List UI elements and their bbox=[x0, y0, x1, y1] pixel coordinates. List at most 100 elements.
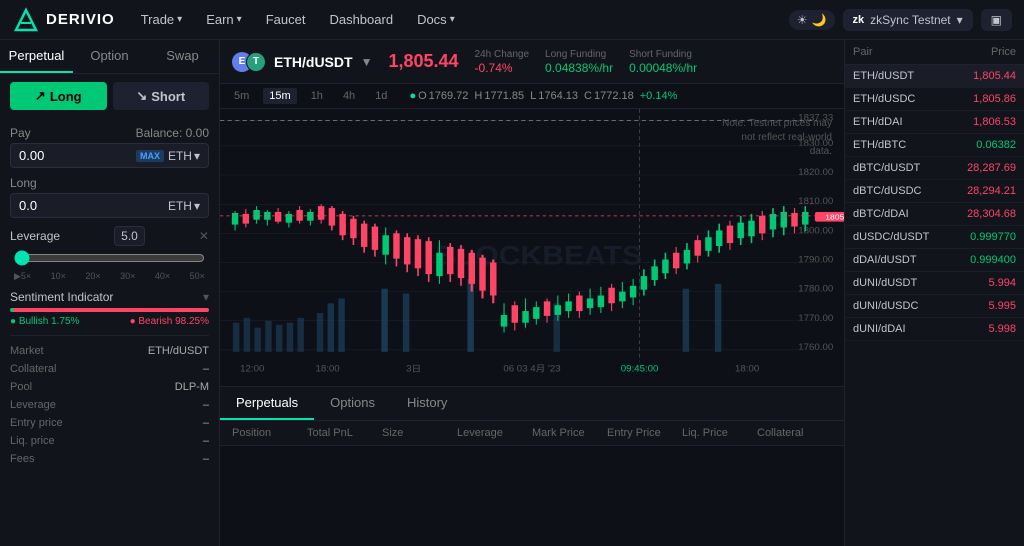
max-badge[interactable]: MAX bbox=[136, 150, 164, 162]
bottom-tab-perpetuals[interactable]: Perpetuals bbox=[220, 387, 314, 420]
symbol-dropdown-icon[interactable]: ▼ bbox=[361, 55, 373, 69]
trade-arrow-icon: ▾ bbox=[177, 14, 182, 25]
slider-labels: ▶5× 10× 20× 30× 40× 50× bbox=[14, 271, 205, 282]
pair-row[interactable]: ETH/dDAI 1,806.53 bbox=[845, 111, 1024, 134]
leverage-slider[interactable] bbox=[14, 250, 205, 266]
docs-arrow-icon: ▾ bbox=[450, 14, 455, 25]
network-selector[interactable]: zk zkSync Testnet ▾ bbox=[843, 9, 973, 31]
tf-15m[interactable]: 15m bbox=[263, 88, 296, 104]
th-liq-price: Liq. Price bbox=[682, 427, 757, 439]
pair-name: ETH/dUSDT bbox=[853, 70, 914, 82]
svg-text:1800.00: 1800.00 bbox=[798, 226, 833, 235]
pair-row[interactable]: dUSDC/dUSDT 0.999770 bbox=[845, 226, 1024, 249]
leverage-value: 5.0 bbox=[114, 226, 145, 246]
leverage-row: Leverage 5.0 ✕ bbox=[10, 226, 209, 246]
nav-earn[interactable]: Earn ▾ bbox=[196, 0, 252, 40]
pair-col-header: Pair bbox=[853, 46, 873, 58]
pair-row[interactable]: dUNI/dUSDT 5.994 bbox=[845, 272, 1024, 295]
nav-docs[interactable]: Docs ▾ bbox=[407, 0, 465, 40]
svg-text:09:45:00: 09:45:00 bbox=[621, 364, 659, 373]
pair-row[interactable]: dUNI/dUSDC 5.995 bbox=[845, 295, 1024, 318]
wallet-button[interactable]: ▣ bbox=[981, 9, 1012, 31]
nav-trade[interactable]: Trade ▾ bbox=[131, 0, 193, 40]
symbol-icons: E T bbox=[232, 52, 266, 72]
pair-price: 0.999770 bbox=[970, 231, 1016, 243]
info-entry-price: Entry price – bbox=[10, 414, 209, 432]
th-pnl: Total PnL bbox=[307, 427, 382, 439]
wallet-icon: ▣ bbox=[991, 13, 1002, 27]
long-currency-select[interactable]: ETH ▾ bbox=[168, 199, 200, 213]
chart-toolbar: 5m 15m 1h 4h 1d ● O 1769.72 H 1771.85 L … bbox=[220, 84, 844, 109]
pair-price: 28,304.68 bbox=[967, 208, 1016, 220]
info-market: Market ETH/dUSDT bbox=[10, 342, 209, 360]
right-panel: Pair Price ETH/dUSDT 1,805.44 ETH/dUSDC … bbox=[844, 40, 1024, 546]
long-button[interactable]: ↗ Long bbox=[10, 82, 107, 110]
pair-row[interactable]: ETH/dUSDT 1,805.44 bbox=[845, 65, 1024, 88]
stat-long-funding: Long Funding 0.04838%/hr bbox=[545, 49, 613, 75]
tf-1h[interactable]: 1h bbox=[305, 88, 329, 104]
pair-row[interactable]: ETH/dBTC 0.06382 bbox=[845, 134, 1024, 157]
pair-price: 1,805.44 bbox=[973, 70, 1016, 82]
sentiment-row: Sentiment Indicator ▾ bbox=[10, 290, 209, 304]
pay-label: Pay bbox=[10, 126, 31, 140]
svg-text:1810.00: 1810.00 bbox=[798, 197, 833, 206]
order-form: Pay Balance: 0.00 MAX ETH ▾ Long ETH ▾ bbox=[0, 118, 219, 546]
pair-price: 1,805.86 bbox=[973, 93, 1016, 105]
nav-faucet[interactable]: Faucet bbox=[256, 0, 316, 40]
bottom-tab-options[interactable]: Options bbox=[314, 387, 391, 420]
long-input[interactable] bbox=[19, 198, 164, 213]
nav-dashboard[interactable]: Dashboard bbox=[319, 0, 403, 40]
candlestick-chart[interactable]: Note: Testnet prices may not reflect rea… bbox=[220, 109, 844, 381]
svg-text:1820.00: 1820.00 bbox=[798, 167, 833, 176]
ohlc-chg: +0.14% bbox=[640, 90, 678, 102]
tab-option[interactable]: Option bbox=[73, 40, 146, 73]
pair-name: dUNI/dUSDT bbox=[853, 277, 917, 289]
svg-text:1805.44: 1805.44 bbox=[825, 213, 844, 222]
stat-short-funding: Short Funding 0.00048%/hr bbox=[629, 49, 697, 75]
pair-name: dUNI/dDAI bbox=[853, 323, 906, 335]
logo[interactable]: DERIVIO bbox=[12, 6, 115, 34]
pair-row[interactable]: dBTC/dUSDC 28,294.21 bbox=[845, 180, 1024, 203]
th-entry-price: Entry Price bbox=[607, 427, 682, 439]
pair-price: 5.995 bbox=[988, 300, 1016, 312]
ohlc-h-label: H bbox=[474, 90, 482, 102]
tab-perpetual[interactable]: Perpetual bbox=[0, 40, 73, 73]
pair-name: dDAI/dUSDT bbox=[853, 254, 917, 266]
logo-text: DERIVIO bbox=[46, 11, 115, 28]
short-button[interactable]: ↘ Short bbox=[113, 82, 210, 110]
svg-text:1760.00: 1760.00 bbox=[798, 342, 833, 351]
pay-currency-select[interactable]: ETH ▾ bbox=[168, 149, 200, 163]
pair-price: 0.999400 bbox=[970, 254, 1016, 266]
theme-toggle[interactable]: ☀ 🌙 bbox=[789, 10, 835, 30]
tab-swap[interactable]: Swap bbox=[146, 40, 219, 73]
long-short-row: ↗ Long ↘ Short bbox=[0, 74, 219, 118]
tf-4h[interactable]: 4h bbox=[337, 88, 361, 104]
pair-name: dUNI/dUSDC bbox=[853, 300, 918, 312]
bearish-label: ● Bearish 98.25% bbox=[130, 316, 209, 327]
leverage-close-icon[interactable]: ✕ bbox=[199, 229, 209, 243]
pair-row[interactable]: dDAI/dUSDT 0.999400 bbox=[845, 249, 1024, 272]
topnav: DERIVIO Trade ▾ Earn ▾ Faucet Dashboard … bbox=[0, 0, 1024, 40]
symbol-name[interactable]: ETH/dUSDT bbox=[274, 54, 353, 70]
bottom-tab-history[interactable]: History bbox=[391, 387, 463, 420]
tf-1d[interactable]: 1d bbox=[369, 88, 393, 104]
ohlc-c-val: 1772.18 bbox=[594, 90, 634, 102]
chart-area: 5m 15m 1h 4h 1d ● O 1769.72 H 1771.85 L … bbox=[220, 84, 844, 386]
svg-text:12:00: 12:00 bbox=[240, 364, 264, 373]
pair-row[interactable]: ETH/dUSDC 1,805.86 bbox=[845, 88, 1024, 111]
pair-name: ETH/dDAI bbox=[853, 116, 903, 128]
th-collateral: Collateral bbox=[757, 427, 832, 439]
usdt-coin-icon: T bbox=[246, 52, 266, 72]
svg-text:06 03 4月 '23: 06 03 4月 '23 bbox=[503, 364, 560, 373]
pair-row[interactable]: dUNI/dDAI 5.998 bbox=[845, 318, 1024, 341]
th-mark-price: Mark Price bbox=[532, 427, 607, 439]
pair-row[interactable]: dBTC/dDAI 28,304.68 bbox=[845, 203, 1024, 226]
info-leverage: Leverage – bbox=[10, 396, 209, 414]
pair-row[interactable]: dBTC/dUSDT 28,287.69 bbox=[845, 157, 1024, 180]
ohlc-l-label: L bbox=[530, 90, 536, 102]
pair-price: 5.998 bbox=[988, 323, 1016, 335]
long-input-row: ETH ▾ bbox=[10, 193, 209, 218]
bullish-label: ● Bullish 1.75% bbox=[10, 316, 79, 327]
tf-5m[interactable]: 5m bbox=[228, 88, 255, 104]
pay-input[interactable] bbox=[19, 148, 132, 163]
